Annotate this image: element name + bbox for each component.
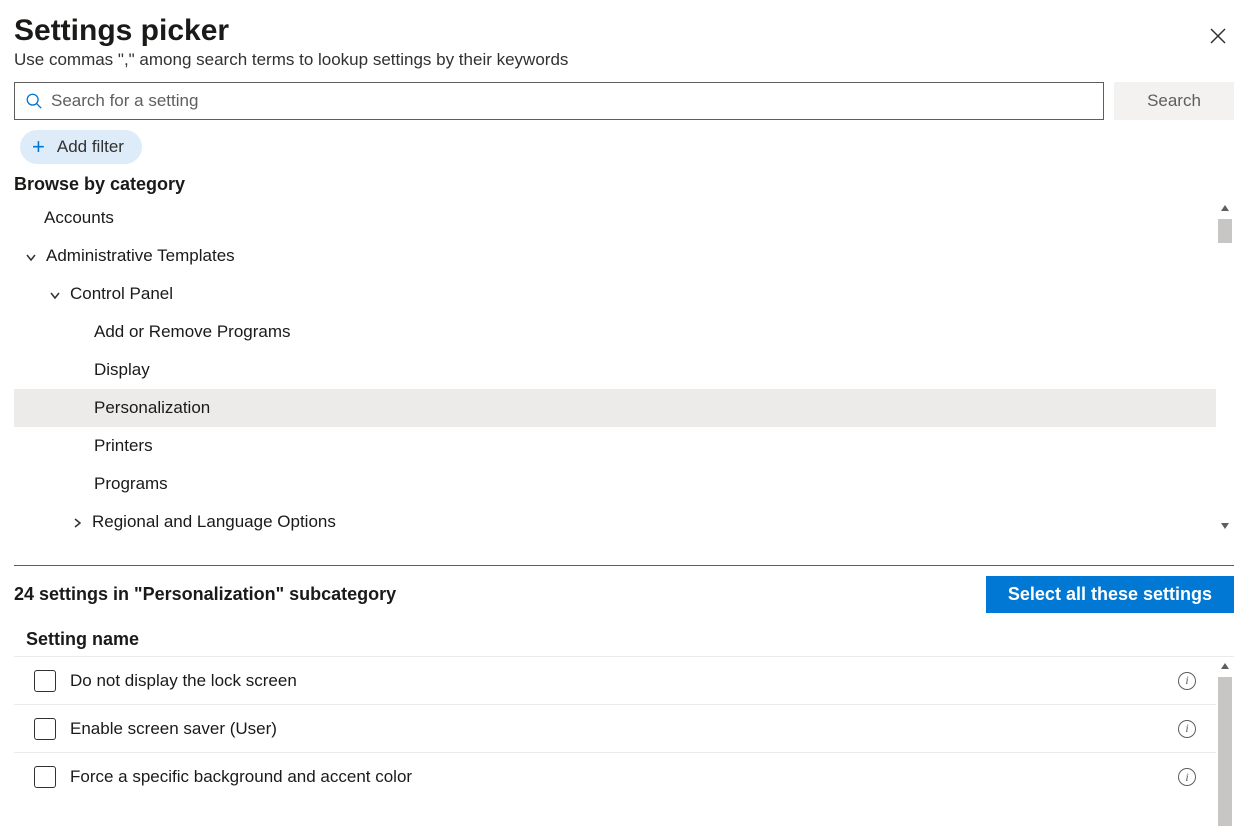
search-row: Search	[14, 82, 1234, 120]
checkbox[interactable]	[34, 718, 56, 740]
close-button[interactable]	[1202, 20, 1234, 52]
page-title: Settings picker	[14, 14, 568, 48]
info-icon[interactable]: i	[1178, 768, 1196, 786]
info-icon[interactable]: i	[1178, 672, 1196, 690]
settings-list: Do not display the lock screen i Enable …	[14, 657, 1216, 826]
tree-item-personalization[interactable]: Personalization	[14, 389, 1216, 427]
results-count: 24 settings in "Personalization" subcate…	[14, 584, 396, 605]
tree-label: Accounts	[44, 208, 114, 228]
checkbox[interactable]	[34, 670, 56, 692]
category-tree-container: Accounts Administrative Templates Contro…	[14, 199, 1234, 535]
tree-item-control-panel[interactable]: Control Panel	[14, 275, 1216, 313]
tree-item-administrative-templates[interactable]: Administrative Templates	[14, 237, 1216, 275]
checkbox[interactable]	[34, 766, 56, 788]
chevron-right-icon	[70, 515, 84, 529]
column-header-setting-name[interactable]: Setting name	[14, 623, 1234, 656]
section-divider	[14, 565, 1234, 566]
chevron-down-icon	[24, 249, 38, 263]
close-icon	[1210, 28, 1226, 44]
tree-label: Add or Remove Programs	[94, 322, 291, 342]
setting-name: Do not display the lock screen	[70, 671, 1178, 691]
search-input[interactable]	[43, 83, 1103, 119]
add-filter-button[interactable]: + Add filter	[20, 130, 142, 164]
scroll-thumb[interactable]	[1218, 677, 1232, 826]
settings-list-container: Do not display the lock screen i Enable …	[14, 656, 1234, 826]
search-button[interactable]: Search	[1114, 82, 1234, 120]
tree-item-add-remove-programs[interactable]: Add or Remove Programs	[14, 313, 1216, 351]
tree-label: Programs	[94, 474, 168, 494]
scroll-thumb[interactable]	[1218, 219, 1232, 243]
list-scrollbar[interactable]	[1216, 657, 1234, 826]
tree-item-accounts[interactable]: Accounts	[14, 199, 1216, 237]
tree-item-printers[interactable]: Printers	[14, 427, 1216, 465]
tree-item-display[interactable]: Display	[14, 351, 1216, 389]
tree-item-programs[interactable]: Programs	[14, 465, 1216, 503]
search-wrap	[14, 82, 1104, 120]
plus-icon: +	[32, 136, 45, 158]
tree-label: Regional and Language Options	[92, 512, 336, 532]
tree-label: Control Panel	[70, 284, 173, 304]
scroll-up-arrow[interactable]	[1216, 657, 1234, 675]
info-icon[interactable]: i	[1178, 720, 1196, 738]
tree-scrollbar[interactable]	[1216, 199, 1234, 535]
tree-label: Personalization	[94, 398, 210, 418]
browse-by-category-label: Browse by category	[14, 174, 1234, 195]
tree-label: Display	[94, 360, 150, 380]
select-all-button[interactable]: Select all these settings	[986, 576, 1234, 613]
scroll-down-arrow[interactable]	[1216, 517, 1234, 535]
setting-row[interactable]: Do not display the lock screen i	[14, 657, 1216, 705]
setting-row[interactable]: Force a specific background and accent c…	[14, 753, 1216, 801]
scroll-up-arrow[interactable]	[1216, 199, 1234, 217]
chevron-down-icon	[48, 287, 62, 301]
tree-label: Administrative Templates	[46, 246, 235, 266]
results-header-row: 24 settings in "Personalization" subcate…	[14, 576, 1234, 613]
category-tree: Accounts Administrative Templates Contro…	[14, 199, 1216, 535]
settings-picker-panel: Settings picker Use commas "," among sea…	[0, 0, 1248, 826]
add-filter-label: Add filter	[57, 137, 124, 157]
setting-name: Enable screen saver (User)	[70, 719, 1178, 739]
setting-name: Force a specific background and accent c…	[70, 767, 1178, 787]
tree-item-regional-options[interactable]: Regional and Language Options	[14, 503, 1216, 535]
search-icon	[25, 92, 43, 110]
tree-label: Printers	[94, 436, 153, 456]
header-row: Settings picker Use commas "," among sea…	[14, 14, 1234, 82]
setting-row[interactable]: Enable screen saver (User) i	[14, 705, 1216, 753]
page-subtitle: Use commas "," among search terms to loo…	[14, 50, 568, 70]
